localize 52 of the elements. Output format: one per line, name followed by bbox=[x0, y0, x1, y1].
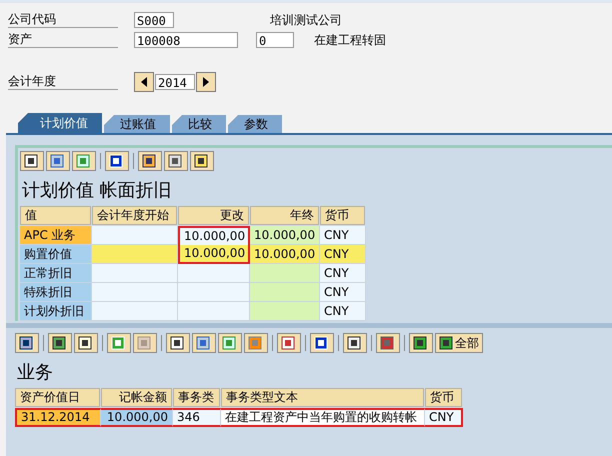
field-description: 培训测试公司 bbox=[270, 12, 342, 28]
column-header[interactable]: 资产价值日 bbox=[15, 388, 100, 407]
table-cell: CNY bbox=[320, 245, 366, 264]
table-cell: 10.000,00 bbox=[250, 245, 320, 264]
field-description: 在建工程转固 bbox=[314, 32, 386, 48]
row-label: 正常折旧 bbox=[20, 264, 92, 283]
row-label: 购置价值 bbox=[20, 245, 92, 264]
table-cell: 在建工程资产中当年购置的收购转帐 bbox=[221, 408, 425, 427]
input-field[interactable]: 0 bbox=[256, 32, 294, 48]
previous-button[interactable] bbox=[134, 72, 154, 92]
tab[interactable]: 计划价值 bbox=[18, 113, 102, 133]
table-cell bbox=[250, 264, 320, 283]
column-header[interactable]: 货币 bbox=[320, 206, 365, 225]
left-arrow-icon bbox=[140, 77, 148, 87]
row-label: 计划外折旧 bbox=[20, 302, 92, 321]
input-field[interactable]: S000 bbox=[134, 12, 174, 28]
table-cell: 10.000,00 bbox=[250, 226, 320, 245]
table-cell: CNY bbox=[320, 264, 366, 283]
table-cell: 346 bbox=[173, 408, 221, 427]
table-cell: CNY bbox=[320, 302, 366, 321]
tab[interactable]: 比较 bbox=[172, 115, 226, 133]
column-header[interactable]: 货币 bbox=[425, 388, 462, 407]
table-cell: 10.000,00 bbox=[178, 245, 250, 264]
field-label: 会计年度 bbox=[8, 74, 118, 90]
column-header[interactable]: 会计年度开始 bbox=[92, 206, 177, 225]
tab[interactable]: 过账值 bbox=[104, 115, 170, 133]
row-label: 特殊折旧 bbox=[20, 283, 92, 302]
field-label: 公司代码 bbox=[8, 12, 118, 28]
column-header[interactable]: 记帐金额 bbox=[101, 388, 172, 407]
column-header[interactable]: 事务类 bbox=[173, 388, 220, 407]
column-header[interactable]: 更改 bbox=[178, 206, 249, 225]
section-title: 业务 bbox=[16, 361, 54, 385]
row-label: APC 业务 bbox=[20, 226, 92, 245]
table-cell bbox=[250, 302, 320, 321]
input-field[interactable]: 100008 bbox=[134, 32, 238, 48]
column-header[interactable]: 年终 bbox=[250, 206, 319, 225]
section-title: 计划价值 帐面折旧 bbox=[21, 179, 173, 203]
table-cell: 10.000,00 bbox=[101, 408, 173, 427]
table-cell: CNY bbox=[320, 283, 366, 302]
column-header[interactable]: 值 bbox=[20, 206, 91, 225]
table-cell: CNY bbox=[320, 226, 366, 245]
show-all-button[interactable]: 全部 bbox=[435, 333, 483, 353]
right-arrow-icon bbox=[202, 77, 210, 87]
table-cell: 10.000,00 bbox=[178, 226, 250, 245]
table-cell: 31.12.2014 bbox=[15, 408, 101, 427]
table-cell: CNY bbox=[425, 408, 463, 427]
field-label: 资产 bbox=[8, 32, 118, 48]
tab[interactable]: 参数 bbox=[228, 115, 282, 133]
table-cell bbox=[250, 283, 320, 302]
input-field[interactable]: 2014 bbox=[155, 74, 195, 90]
column-header[interactable]: 事务类型文本 bbox=[221, 388, 424, 407]
next-button[interactable] bbox=[196, 72, 216, 92]
